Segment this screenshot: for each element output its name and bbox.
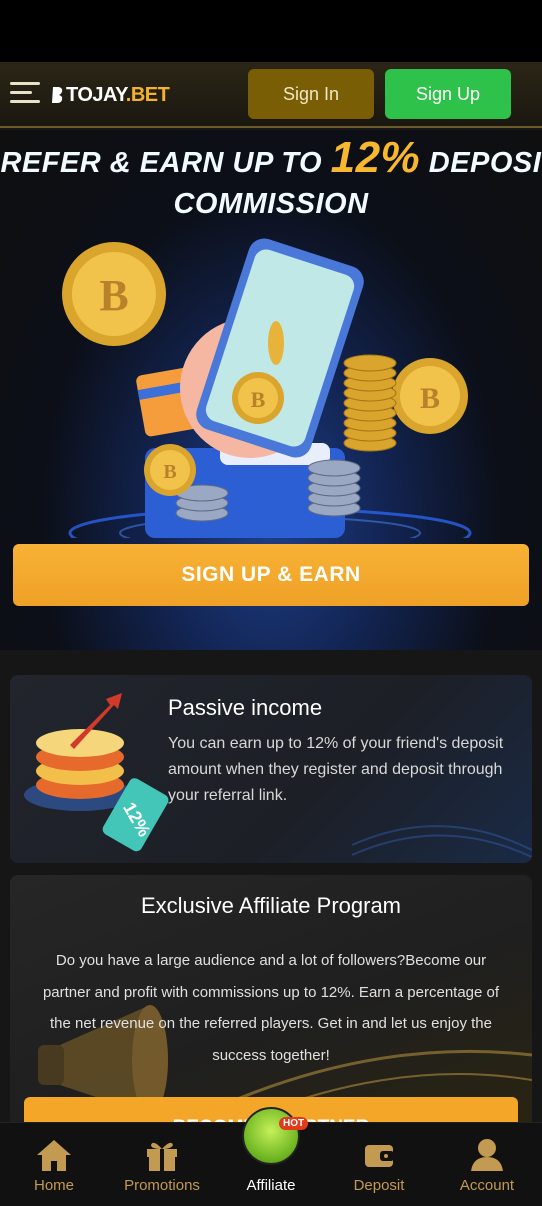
site-logo[interactable]: TOJAY.BET [50, 82, 170, 108]
nav-label-home: Home [33, 1177, 74, 1194]
affiliate-program-text: Do you have a large audience and a lot o… [42, 952, 500, 1064]
hot-badge: HOT [279, 1117, 309, 1130]
wallet-icon [365, 1145, 394, 1167]
affiliate-program-title: Exclusive Affiliate Program [140, 893, 402, 918]
home-icon [37, 1140, 71, 1171]
nav-item-affiliate[interactable]: HOT Affiliate [217, 1107, 325, 1206]
passive-income-illustration: 12% [24, 693, 169, 852]
top-header: TOJAY.BET Sign In Sign Up [0, 62, 542, 128]
svg-text:B: B [163, 461, 176, 483]
sign-in-button[interactable]: Sign In [248, 69, 374, 119]
passive-income-card: 12% Passive income You can earn up to 12… [10, 675, 532, 863]
sign-up-button[interactable]: Sign Up [385, 69, 511, 119]
logo-mark-icon [52, 87, 63, 103]
nav-item-deposit[interactable]: Deposit [325, 1123, 433, 1206]
passive-income-title: Passive income [168, 695, 323, 720]
gift-icon [147, 1142, 177, 1171]
affiliate-icon [242, 1107, 300, 1165]
svg-text:B: B [99, 271, 128, 320]
svg-text:B: B [420, 382, 440, 415]
svg-text:B: B [251, 387, 266, 412]
hero-banner: REFER & EARN UP TO 12% DEPOSIT COMMISSIO… [0, 130, 542, 650]
sign-up-earn-button[interactable]: SIGN UP & EARN [13, 544, 529, 606]
nav-item-home[interactable]: Home [0, 1123, 108, 1206]
logo-text: TOJAY.BET [66, 83, 170, 106]
user-icon [471, 1139, 503, 1171]
hero-subtitle: COMMISSION [173, 188, 369, 220]
status-bar [0, 0, 542, 62]
nav-label-account: Account [459, 1177, 515, 1194]
hamburger-menu-icon[interactable] [10, 82, 40, 106]
nav-label-promotions: Promotions [124, 1177, 200, 1194]
phone-coins-illustration: B B B B [62, 238, 472, 538]
passive-income-text: You can earn up to 12% of your friend's … [168, 735, 504, 804]
nav-item-account[interactable]: Account [433, 1123, 541, 1206]
nav-label-affiliate: Affiliate [246, 1177, 296, 1194]
hero-title: REFER & EARN UP TO 12% DEPOSIT [0, 133, 542, 182]
nav-label-deposit: Deposit [353, 1177, 405, 1194]
nav-item-promotions[interactable]: Promotions [108, 1123, 216, 1206]
bottom-navigation: Home Promotions HOT Affiliate Deposit Ac… [0, 1107, 542, 1206]
affiliate-program-card: Exclusive Affiliate Program Do you have … [10, 875, 532, 1135]
